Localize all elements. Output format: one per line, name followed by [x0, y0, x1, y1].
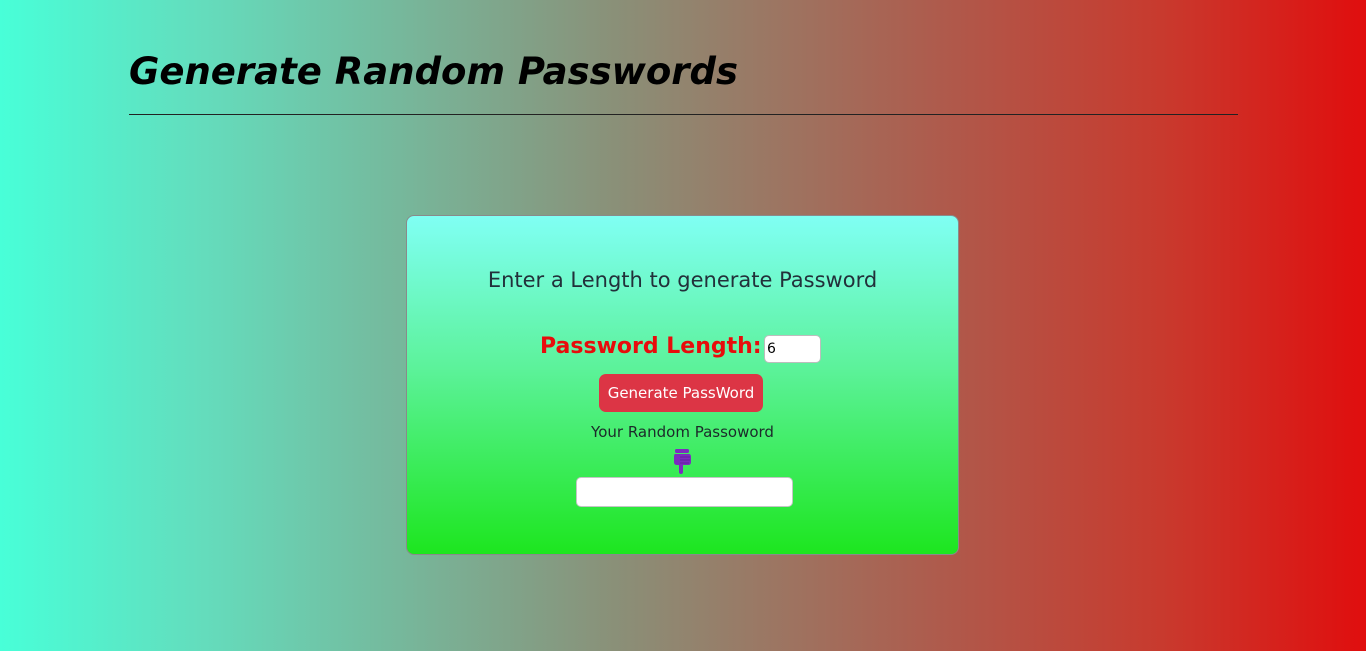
password-generator-card: Enter a Length to generate Password Pass… — [406, 215, 959, 555]
card-heading: Enter a Length to generate Password — [487, 268, 878, 292]
generate-password-button[interactable]: Generate PassWord — [599, 374, 763, 412]
length-row: Password Length: — [407, 334, 958, 366]
hand-pointing-down-icon — [672, 449, 692, 475]
page-title: Generate Random Passwords — [129, 50, 739, 93]
title-divider — [129, 114, 1238, 115]
random-password-output[interactable] — [576, 477, 793, 507]
random-password-label: Your Random Passoword — [591, 423, 774, 441]
password-length-input[interactable] — [764, 335, 821, 363]
password-length-label: Password Length: — [540, 334, 762, 359]
